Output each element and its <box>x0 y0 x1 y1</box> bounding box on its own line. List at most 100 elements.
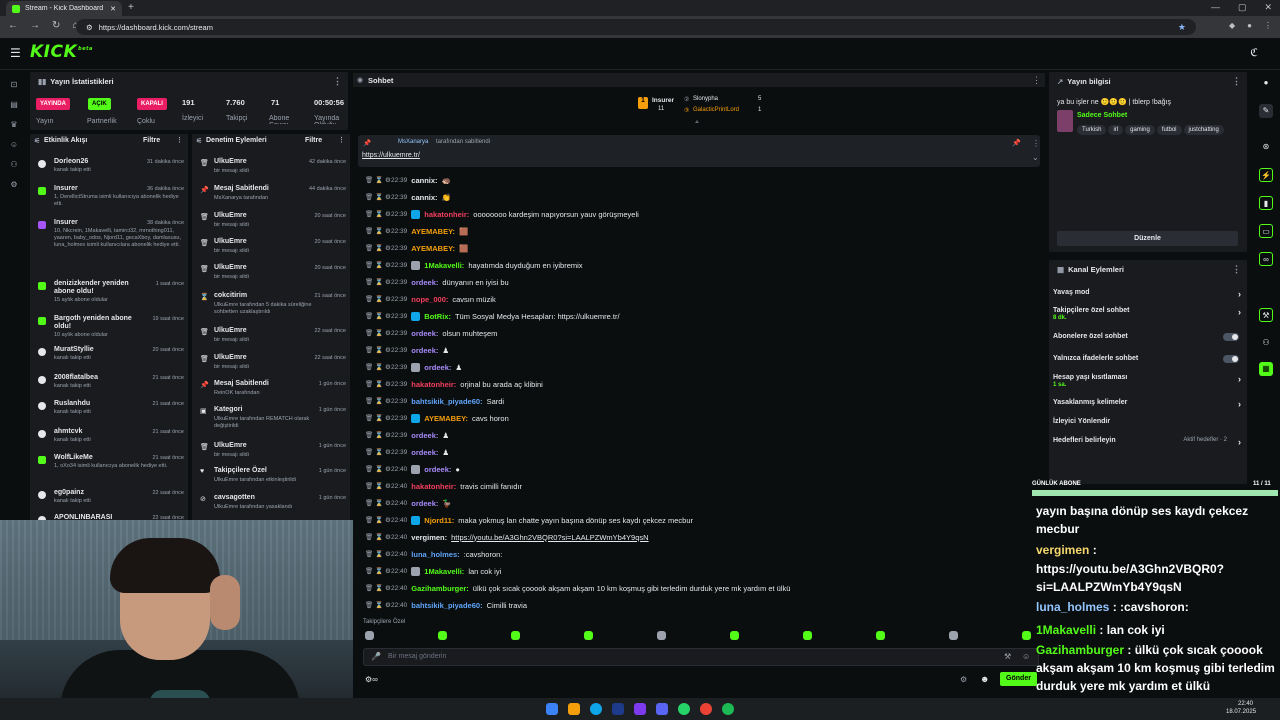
rail-app-icon[interactable]: ▦ <box>1259 362 1273 376</box>
chat-username[interactable]: ordeek: <box>411 448 438 457</box>
chevron-right-icon[interactable]: › <box>1238 399 1241 409</box>
tab-close-icon[interactable]: ✕ <box>110 5 116 13</box>
moderation-name[interactable]: UlkuEmre <box>214 327 247 334</box>
mod-actions-icon[interactable]: 🗑 ⌛ ⚙ <box>365 193 391 201</box>
chat-username[interactable]: 1Makavelli: <box>424 567 464 576</box>
emote-picker-icon[interactable]: ⚒ <box>1004 652 1011 661</box>
chat-username[interactable]: 1Makavelli: <box>424 261 464 270</box>
chat-message[interactable]: 🗑 ⌛ ⚙ 22:40 ordeek: 🦆 <box>365 496 452 510</box>
mod-actions-icon[interactable]: 🗑 ⌛ ⚙ <box>365 414 391 422</box>
edit-button[interactable]: Düzenle <box>1057 231 1238 246</box>
chat-message[interactable]: 🗑 ⌛ ⚙ 22:39 ordeek: olsun muhteşem <box>365 326 497 340</box>
chat-message[interactable]: 🗑 ⌛ ⚙ 22:40 1Makavelli: lan cok iyi <box>365 564 501 578</box>
chat-message[interactable]: 🗑 ⌛ ⚙ 22:39 AYEMABEY: cavs horon <box>365 411 509 425</box>
chat-username[interactable]: cannix: <box>411 193 437 202</box>
pinned-link[interactable]: https://ulkuemre.tr/ <box>362 152 420 159</box>
mod-actions-icon[interactable]: 🗑 ⌛ ⚙ <box>365 516 391 524</box>
chat-message[interactable]: 🗑 ⌛ ⚙ 22:39 AYEMABEY: 🟫 <box>365 241 468 255</box>
rail-link-icon[interactable]: ∞ <box>1259 252 1273 266</box>
channel-action-item[interactable]: Takipçilere özel sohbet 8 dk. › <box>1053 307 1241 323</box>
chat-username[interactable]: AYEMABEY: <box>424 414 468 423</box>
edge-icon[interactable] <box>590 703 602 715</box>
chat-username[interactable]: ordeek: <box>411 346 438 355</box>
chat-message[interactable]: 🗑 ⌛ ⚙ 22:39 hakatonheir: oooooooo kardeşim … <box>365 207 639 221</box>
mod-actions-icon[interactable]: 🗑 ⌛ ⚙ <box>365 363 391 371</box>
chat-username[interactable]: nope_000: <box>411 295 448 304</box>
toggle-switch[interactable] <box>1223 333 1239 341</box>
chat-message[interactable]: 🗑 ⌛ ⚙ 22:39 ordeek: ♟ <box>365 428 449 442</box>
chat-username[interactable]: vergimen: <box>411 533 447 542</box>
chat-input[interactable]: 🎤 Bir mesaj gönderin ⚒ ☺ <box>363 648 1039 666</box>
chat-message[interactable]: 🗑 ⌛ ⚙ 22:39 bahtsikik_piyade60: Sardi <box>365 394 504 408</box>
channel-actions-menu-icon[interactable]: ⋮ <box>1232 264 1241 275</box>
channel-action-item[interactable]: Yasaklanmış kelimeler › <box>1053 399 1241 415</box>
chevron-right-icon[interactable]: › <box>1238 374 1241 384</box>
moderation-filter-button[interactable]: Filtre <box>305 137 322 144</box>
chat-message[interactable]: 🗑 ⌛ ⚙ 22:40 luna_holmes::cavshoron: <box>365 547 502 561</box>
rail-users-icon[interactable]: ⚇ <box>9 160 19 170</box>
chat-points-icon[interactable]: ⚙∞ <box>365 675 378 684</box>
channel-action-item[interactable]: İzleyici Yönlendir <box>1053 418 1241 434</box>
rail-stream-icon[interactable]: ⊡ <box>9 80 19 90</box>
mod-actions-icon[interactable]: 🗑 ⌛ ⚙ <box>365 482 391 490</box>
whatsapp-icon[interactable] <box>678 703 690 715</box>
chat-message[interactable]: 🗑 ⌛ ⚙ 22:40 hakatonheir: travis cimilli fan… <box>365 479 522 493</box>
mod-actions-icon[interactable]: 🗑 ⌛ ⚙ <box>365 176 391 184</box>
mod-actions-icon[interactable]: 🗑 ⌛ ⚙ <box>365 329 391 337</box>
chatter-avatar[interactable] <box>511 631 520 640</box>
extension-icon[interactable]: ◆ <box>1229 21 1235 30</box>
mod-actions-icon[interactable]: 🗑 ⌛ ⚙ <box>365 567 391 575</box>
tag[interactable]: justchatting <box>1183 125 1224 135</box>
profile-icon[interactable]: ● <box>1247 21 1252 30</box>
chat-username[interactable]: luna_holmes: <box>411 550 459 559</box>
chat-message[interactable]: 🗑 ⌛ ⚙ 22:39 cannix: 👏 <box>365 190 451 204</box>
back-icon[interactable]: ← <box>8 20 18 31</box>
mod-actions-icon[interactable]: 🗑 ⌛ ⚙ <box>365 499 391 507</box>
discord-icon[interactable] <box>656 703 668 715</box>
channel-action-item[interactable]: Yavaş mod › <box>1053 289 1241 305</box>
chat-message[interactable]: 🗑 ⌛ ⚙ 22:39 AYEMABEY: 🟫 <box>365 224 468 238</box>
chevron-right-icon[interactable]: › <box>1238 437 1241 447</box>
rail-community-icon[interactable]: ☺ <box>9 140 19 150</box>
chat-message[interactable]: 🗑 ⌛ ⚙ 22:40 bahtsikik_piyade60: Cimilli tra… <box>365 598 527 612</box>
mod-actions-icon[interactable]: 🗑 ⌛ ⚙ <box>365 278 391 286</box>
tag[interactable]: futbol <box>1156 125 1182 135</box>
moderation-name[interactable]: UlkuEmre <box>214 354 247 361</box>
chat-message[interactable]: 🗑 ⌛ ⚙ 22:39 cannix: 🦔 <box>365 173 451 187</box>
moderation-menu-icon[interactable]: ⋮ <box>338 136 345 144</box>
chat-message[interactable]: 🗑 ⌛ ⚙ 22:39 hakatonheir: orjinal bu arada a… <box>365 377 543 391</box>
tag[interactable]: Turkish <box>1077 125 1107 135</box>
chat-message[interactable]: 🗑 ⌛ ⚙ 22:39 nope_000: cavsın müzik <box>365 292 496 306</box>
rail-tool-icon[interactable]: ⚒ <box>1259 308 1273 322</box>
mod-actions-icon[interactable]: 🗑 ⌛ ⚙ <box>365 397 391 405</box>
rail-edit-icon[interactable]: ✎ <box>1259 104 1273 118</box>
mod-actions-icon[interactable]: 🗑 ⌛ ⚙ <box>365 465 391 473</box>
chat-username[interactable]: ordeek: <box>424 465 451 474</box>
chat-username[interactable]: ordeek: <box>411 431 438 440</box>
tag[interactable]: gaming <box>1125 125 1155 135</box>
hamburger-menu-icon[interactable]: ☰ <box>10 46 21 60</box>
chat-username[interactable]: AYEMABEY: <box>411 227 455 236</box>
moderation-name[interactable]: UlkuEmre <box>214 264 247 271</box>
bot-icon[interactable]: ☻ <box>980 674 989 684</box>
maximize-icon[interactable]: ▢ <box>1238 2 1247 13</box>
chat-settings-icon[interactable]: ⚙ <box>960 675 967 684</box>
toggle-switch[interactable] <box>1223 355 1239 363</box>
mod-actions-icon[interactable]: 🗑 ⌛ ⚙ <box>365 312 391 320</box>
chat-username[interactable]: Gazihamburger: <box>411 584 469 593</box>
chatter-avatar[interactable] <box>803 631 812 640</box>
chatter-avatar[interactable] <box>876 631 885 640</box>
mod-actions-icon[interactable]: 🗑 ⌛ ⚙ <box>365 346 391 354</box>
stats-menu-icon[interactable]: ⋮ <box>333 76 342 87</box>
chevron-right-icon[interactable]: › <box>1238 289 1241 299</box>
mod-actions-icon[interactable]: 🗑 ⌛ ⚙ <box>365 380 391 388</box>
channel-action-item[interactable]: Hesap yaşı kısıtlaması 1 sa. › <box>1053 374 1241 390</box>
mod-actions-icon[interactable]: 🗑 ⌛ ⚙ <box>365 295 391 303</box>
rail-info-icon[interactable]: ● <box>1259 76 1273 90</box>
chrome-icon[interactable] <box>700 703 712 715</box>
moderation-name[interactable]: UlkuEmre <box>214 158 247 165</box>
moderation-name[interactable]: cavsagotten <box>214 494 255 501</box>
mod-actions-icon[interactable]: 🗑 ⌛ ⚙ <box>365 431 391 439</box>
moderation-name[interactable]: Mesaj Sabitlendi <box>214 380 269 387</box>
rail-doc-icon[interactable]: ▮ <box>1259 196 1273 210</box>
